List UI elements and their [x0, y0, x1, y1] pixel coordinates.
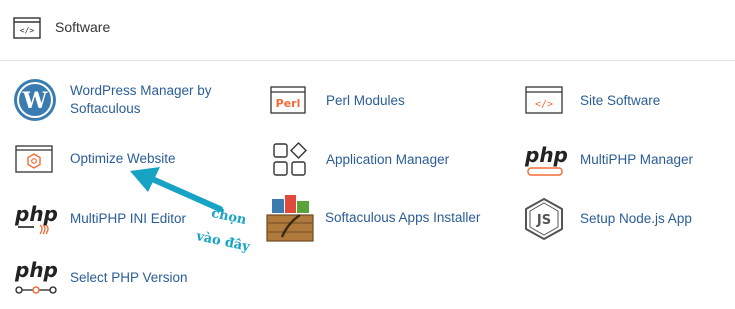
svg-text:php: php: [14, 258, 58, 282]
item-label: MultiPHP Manager: [580, 152, 694, 167]
perl-icon-text: Perl: [276, 97, 301, 110]
softaculous-box-icon: [266, 195, 314, 242]
code-window-icon: </>: [525, 86, 563, 114]
perl-icon: Perl: [270, 86, 306, 114]
multiphp-manager-link[interactable]: php MultiPHP Manager: [522, 138, 732, 182]
svg-text:</>: </>: [20, 26, 35, 35]
wordpress-icon: W: [14, 79, 56, 121]
php-ini-icon: php: [14, 202, 58, 235]
item-label: Application Manager: [326, 152, 450, 167]
site-software-link[interactable]: </> Site Software: [522, 79, 722, 123]
item-label: Select PHP Version: [70, 270, 188, 285]
php-manager-icon: php: [524, 143, 568, 176]
section-title: Software: [55, 19, 111, 35]
item-label: Softaculous Apps Installer: [325, 210, 481, 225]
svg-text:</>: </>: [535, 99, 553, 110]
svg-text:W: W: [22, 88, 48, 114]
setup-nodejs-app-link[interactable]: JS Setup Node.js App: [522, 197, 732, 241]
softaculous-apps-installer-link[interactable]: Softaculous Apps Installer: [264, 193, 504, 243]
application-manager-link[interactable]: Application Manager: [268, 138, 488, 182]
wordpress-manager-link[interactable]: W WordPress Manager by Softaculous: [12, 78, 252, 122]
item-label: Setup Node.js App: [580, 211, 692, 226]
select-php-version-link[interactable]: php Select PHP Version: [12, 256, 232, 300]
application-grid-icon: [273, 142, 307, 176]
item-label: WordPress Manager by Softaculous: [70, 83, 212, 116]
nodejs-icon: JS: [525, 197, 563, 241]
svg-text:JS: JS: [536, 213, 551, 228]
svg-text:php: php: [524, 143, 568, 167]
section-header: </> Software: [0, 0, 735, 61]
item-label: Perl Modules: [326, 93, 405, 108]
item-label: Site Software: [580, 93, 661, 108]
optimize-gauge-icon: [15, 145, 53, 173]
software-panel: </> Software W WordPress Manager by Soft…: [0, 0, 735, 309]
svg-text:php: php: [14, 202, 58, 226]
php-version-icon: php: [14, 258, 58, 294]
perl-modules-link[interactable]: Perl Perl Modules: [268, 79, 468, 123]
code-brackets-icon: </>: [13, 17, 41, 39]
